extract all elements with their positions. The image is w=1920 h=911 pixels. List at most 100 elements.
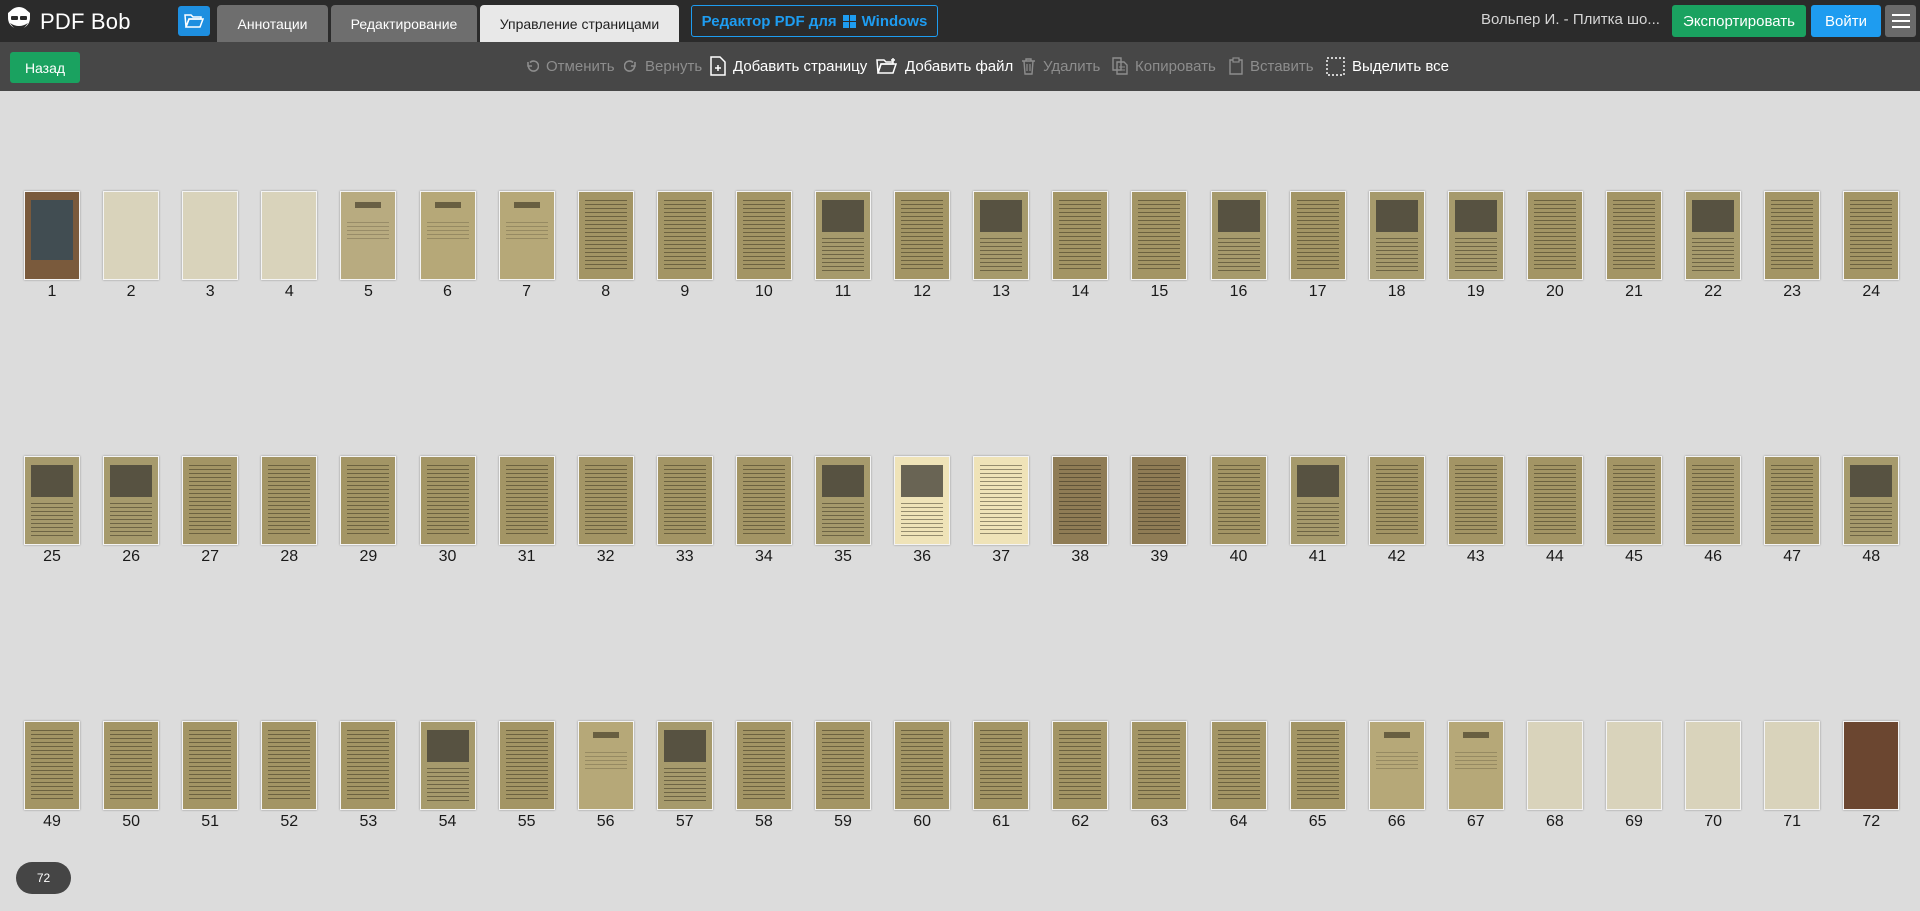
page-thumbnail[interactable]: 33	[640, 456, 720, 576]
page-thumbnail[interactable]: 54	[403, 721, 483, 841]
page-thumbnail[interactable]: 71	[1747, 721, 1827, 841]
page-thumbnail[interactable]: 70	[1668, 721, 1748, 841]
page-number: 6	[443, 283, 452, 300]
page-thumbnail[interactable]: 64	[1194, 721, 1274, 841]
page-thumbnail[interactable]: 2	[86, 191, 166, 311]
page-thumbnail[interactable]: 28	[244, 456, 324, 576]
page-preview	[1526, 721, 1583, 810]
login-button[interactable]: Войти	[1811, 5, 1881, 37]
add-page-button[interactable]: Добавить страницу	[710, 54, 867, 78]
page-thumbnail[interactable]: 35	[798, 456, 878, 576]
tab-annotations[interactable]: Аннотации	[217, 5, 328, 42]
page-thumbnail[interactable]: 59	[798, 721, 878, 841]
page-thumbnail[interactable]: 30	[403, 456, 483, 576]
windows-editor-promo-button[interactable]: Редактор PDF для Windows	[691, 5, 938, 37]
page-thumbnail[interactable]: 19	[1431, 191, 1511, 311]
page-thumbnail[interactable]: 15	[1114, 191, 1194, 311]
page-thumbnail[interactable]: 16	[1194, 191, 1274, 311]
page-thumbnail[interactable]: 25	[7, 456, 87, 576]
paste-button[interactable]: Вставить	[1229, 54, 1314, 78]
redo-button[interactable]: Вернуть	[624, 54, 702, 78]
page-thumbnail[interactable]: 22	[1668, 191, 1748, 311]
page-thumbnail[interactable]: 29	[323, 456, 403, 576]
page-thumbnail[interactable]: 9	[640, 191, 720, 311]
page-thumbnail[interactable]: 43	[1431, 456, 1511, 576]
page-thumbnail[interactable]: 1	[7, 191, 87, 311]
page-thumbnail[interactable]: 24	[1826, 191, 1906, 311]
add-file-button[interactable]: Добавить файл	[876, 54, 1013, 78]
page-thumbnail[interactable]: 72	[1826, 721, 1906, 841]
page-thumbnail[interactable]: 23	[1747, 191, 1827, 311]
page-thumbnail[interactable]: 66	[1352, 721, 1432, 841]
page-thumbnail[interactable]: 49	[7, 721, 87, 841]
page-thumbnail[interactable]: 62	[1035, 721, 1115, 841]
page-thumbnail[interactable]: 18	[1352, 191, 1432, 311]
page-number: 46	[1704, 548, 1722, 565]
page-thumbnail[interactable]: 26	[86, 456, 166, 576]
page-thumbnail[interactable]: 52	[244, 721, 324, 841]
page-thumbnail[interactable]: 39	[1114, 456, 1194, 576]
page-preview	[735, 721, 792, 810]
page-thumbnail[interactable]: 5	[323, 191, 403, 311]
page-thumbnail[interactable]: 69	[1589, 721, 1669, 841]
page-thumbnail[interactable]: 50	[86, 721, 166, 841]
page-thumbnail[interactable]: 53	[323, 721, 403, 841]
back-button[interactable]: Назад	[10, 52, 80, 83]
page-thumbnail[interactable]: 61	[956, 721, 1036, 841]
page-thumbnail[interactable]: 67	[1431, 721, 1511, 841]
page-thumbnail[interactable]: 65	[1273, 721, 1353, 841]
page-thumbnail[interactable]: 45	[1589, 456, 1669, 576]
page-thumbnail[interactable]: 10	[719, 191, 799, 311]
page-thumbnail[interactable]: 36	[877, 456, 957, 576]
page-thumbnail[interactable]: 48	[1826, 456, 1906, 576]
undo-label: Отменить	[546, 57, 615, 75]
undo-button[interactable]: Отменить	[525, 54, 615, 78]
page-thumbnail[interactable]: 38	[1035, 456, 1115, 576]
page-thumbnail[interactable]: 4	[244, 191, 324, 311]
page-thumbnail[interactable]: 68	[1510, 721, 1590, 841]
page-thumbnail[interactable]: 6	[403, 191, 483, 311]
page-thumbnail[interactable]: 60	[877, 721, 957, 841]
page-thumbnail[interactable]: 20	[1510, 191, 1590, 311]
page-thumbnail[interactable]: 58	[719, 721, 799, 841]
page-preview	[1447, 721, 1504, 810]
page-thumbnail[interactable]: 63	[1114, 721, 1194, 841]
export-button[interactable]: Экспортировать	[1672, 5, 1806, 37]
copy-label: Копировать	[1135, 57, 1216, 75]
page-thumbnail[interactable]: 41	[1273, 456, 1353, 576]
hamburger-menu-button[interactable]	[1885, 5, 1916, 37]
page-thumbnail[interactable]: 37	[956, 456, 1036, 576]
page-thumbnail[interactable]: 47	[1747, 456, 1827, 576]
page-thumbnail[interactable]: 34	[719, 456, 799, 576]
page-thumbnail[interactable]: 56	[561, 721, 641, 841]
page-thumbnail[interactable]: 55	[482, 721, 562, 841]
page-thumbnail[interactable]: 42	[1352, 456, 1432, 576]
page-number: 42	[1387, 548, 1406, 565]
page-thumbnail[interactable]: 11	[798, 191, 878, 311]
select-all-button[interactable]: Выделить все	[1326, 54, 1449, 78]
delete-button[interactable]: Удалить	[1021, 54, 1100, 78]
page-thumbnail[interactable]: 27	[165, 456, 245, 576]
page-thumbnail[interactable]: 31	[482, 456, 562, 576]
copy-button[interactable]: Копировать	[1112, 54, 1216, 78]
page-thumbnail[interactable]: 32	[561, 456, 641, 576]
open-file-button[interactable]	[178, 6, 210, 36]
tab-editing[interactable]: Редактирование	[331, 5, 477, 42]
page-thumbnail[interactable]: 46	[1668, 456, 1748, 576]
page-thumbnail[interactable]: 14	[1035, 191, 1115, 311]
page-thumbnail[interactable]: 12	[877, 191, 957, 311]
page-thumbnail[interactable]: 44	[1510, 456, 1590, 576]
page-thumbnail[interactable]: 51	[165, 721, 245, 841]
page-thumbnail[interactable]: 57	[640, 721, 720, 841]
page-thumbnail[interactable]: 40	[1194, 456, 1274, 576]
page-preview	[1843, 456, 1900, 545]
page-thumbnail[interactable]: 13	[956, 191, 1036, 311]
page-thumbnail[interactable]: 17	[1273, 191, 1353, 311]
tab-page-management[interactable]: Управление страницами	[480, 5, 679, 42]
page-thumbnail[interactable]: 21	[1589, 191, 1669, 311]
page-thumbnail[interactable]: 7	[482, 191, 562, 311]
page-thumbnail[interactable]: 3	[165, 191, 245, 311]
page-preview	[894, 456, 951, 545]
page-thumbnail[interactable]: 8	[561, 191, 641, 311]
page-preview	[656, 456, 713, 545]
